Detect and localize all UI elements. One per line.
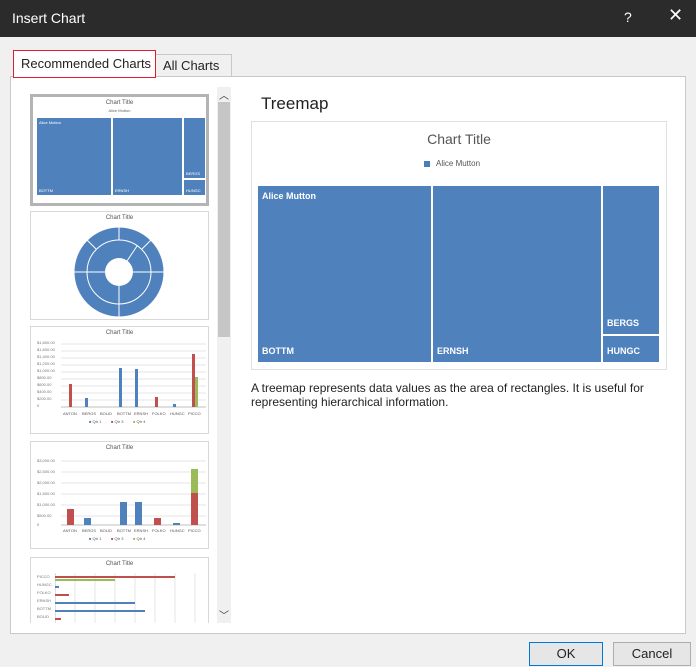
category-label: BOTTM <box>117 411 131 416</box>
legend-item: ■ Qtr 4 <box>133 419 146 424</box>
tile-label: BOTTM <box>262 346 294 356</box>
category-label: ANTON <box>63 528 77 533</box>
tab-all-charts[interactable]: All Charts <box>155 54 232 77</box>
axis-label: $500.00 <box>37 513 52 518</box>
axis-label: $800.00 <box>37 375 52 380</box>
thumb-tile-label: BERGS <box>186 171 201 176</box>
chart-type-heading: Treemap <box>261 94 329 113</box>
axis-label: $400.00 <box>37 389 52 394</box>
treemap-tile: ERNSH <box>432 185 602 363</box>
thumbnail-clustered-bar[interactable]: Chart Title PICCO HUNGC FOLKO ERNSH BOTT… <box>30 557 209 623</box>
category-label: FOLKO <box>152 528 166 533</box>
tile-label: ERNSH <box>437 346 469 356</box>
chart-preview: Chart Title Alice Mutton Alice Mutton BO… <box>251 121 667 370</box>
axis-label: $200.00 <box>37 396 52 401</box>
thumbnail-scrollbar[interactable]: ︿ ﹀ <box>217 87 231 623</box>
thumbnail-title: Chart Title <box>105 330 134 336</box>
thumb-tile: BERGS <box>183 117 206 179</box>
preview-legend: Alice Mutton <box>424 159 480 168</box>
chevron-down-icon[interactable]: ﹀ <box>217 607 231 622</box>
axis-label: $2,000.00 <box>37 480 55 485</box>
legend-item: ■ Qtr 3 <box>111 419 124 424</box>
category-label: ERNSH <box>134 528 149 533</box>
thumbnail-sunburst[interactable]: Chart Title <box>30 211 209 320</box>
legend-label: Alice Mutton <box>436 159 481 168</box>
axis-label: HUNGC <box>37 582 52 587</box>
category-label: ERNSH <box>134 411 149 416</box>
tile-label: BERGS <box>607 318 640 328</box>
category-label: BOLID <box>100 528 113 533</box>
thumbnail-stacked-column[interactable]: Chart Title $3,000.00 $2,500.00 $2,000.0… <box>30 441 209 549</box>
axis-label: $2,500.00 <box>37 469 55 474</box>
category-label: BERGS <box>82 411 97 416</box>
axis-label: $1,600.00 <box>37 347 55 352</box>
legend-item: ■ Qtr 1 <box>89 536 102 541</box>
axis-label: $1,800.00 <box>37 340 55 345</box>
axis-label: $1,200.00 <box>37 361 55 366</box>
category-label: BERGS <box>82 528 97 533</box>
axis-label: $1,000.00 <box>37 368 55 373</box>
help-icon[interactable]: ? <box>624 9 632 25</box>
thumb-tile: Alice Mutton BOTTM <box>36 117 112 196</box>
thumb-tile: ERNSH <box>112 117 183 196</box>
cancel-button[interactable]: Cancel <box>613 642 691 666</box>
axis-label: $600.00 <box>37 382 52 387</box>
bar-graphic <box>55 573 196 623</box>
category-label: BOTTM <box>117 528 131 533</box>
axis-label: $1,500.00 <box>37 491 55 496</box>
window-title: Insert Chart <box>12 10 86 26</box>
thumb-tile-label: HUNGC <box>186 188 201 193</box>
tile-label: HUNGC <box>607 346 640 356</box>
thumb-tile-label: Alice Mutton <box>39 120 62 125</box>
thumb-tile-label: BOTTM <box>39 188 53 193</box>
close-icon[interactable]: ✕ <box>668 6 683 24</box>
legend-item: ■ Qtr 4 <box>133 536 146 541</box>
axis-label: $1,000.00 <box>37 502 55 507</box>
ok-button[interactable]: OK <box>529 642 603 666</box>
treemap-tile: Alice Mutton BOTTM <box>257 185 432 363</box>
stacked-column-graphic <box>61 460 206 526</box>
thumbnail-title: Chart Title <box>105 215 134 221</box>
category-label: PICCO <box>188 411 201 416</box>
legend-swatch <box>424 160 430 167</box>
category-label: PICCO <box>188 528 201 533</box>
scrollbar-thumb[interactable] <box>218 102 230 337</box>
category-label: HUNGC <box>170 528 185 533</box>
legend-item: ■ Qtr 3 <box>111 536 124 541</box>
chart-description: A treemap represents data values as the … <box>251 381 644 409</box>
axis-label: BOTTM <box>37 606 51 611</box>
category-label: FOLKO <box>152 411 166 416</box>
axis-label: 0 <box>37 522 40 527</box>
axis-label: ERNSH <box>37 598 52 603</box>
axis-label: BOLID <box>37 614 50 619</box>
title-bar: Insert Chart ? ✕ <box>0 0 696 37</box>
sunburst-graphic <box>73 226 165 318</box>
thumbnail-title: Chart Title <box>105 100 134 106</box>
thumbnail-clustered-column[interactable]: Chart Title $1,800.00 $1,600.00 $1,400.0… <box>30 326 209 434</box>
axis-label: PICCO <box>37 574 50 579</box>
chart-thumbnail-list[interactable]: Chart Title Alice Mutton Alice Mutton BO… <box>28 87 211 623</box>
column-graphic <box>61 343 206 408</box>
thumbnail-legend: Alice Mutton <box>108 108 131 113</box>
axis-label: $1,400.00 <box>37 354 55 359</box>
axis-label: FOLKO <box>37 590 51 595</box>
axis-label: 0 <box>37 403 40 408</box>
thumbnail-title: Chart Title <box>105 445 134 451</box>
thumbnail-title: Chart Title <box>105 561 134 567</box>
category-label: ANTON <box>63 411 77 416</box>
tab-recommended-charts[interactable]: Recommended Charts <box>13 50 156 78</box>
thumb-tile-label: ERNSH <box>115 188 130 193</box>
preview-chart-title: Chart Title <box>427 131 491 147</box>
thumbnail-treemap[interactable]: Chart Title Alice Mutton Alice Mutton BO… <box>30 94 209 206</box>
treemap-tile: BERGS <box>602 185 660 335</box>
tile-label: Alice Mutton <box>262 191 316 201</box>
treemap-tile: HUNGC <box>602 335 660 363</box>
chevron-up-icon[interactable]: ︿ <box>217 87 231 102</box>
thumb-tile: HUNGC <box>183 179 206 196</box>
legend-item: ■ Qtr 1 <box>89 419 102 424</box>
axis-label: $3,000.00 <box>37 458 55 463</box>
category-label: BOLID <box>100 411 113 416</box>
category-label: HUNGC <box>170 411 185 416</box>
content-panel: Chart Title Alice Mutton Alice Mutton BO… <box>10 76 686 634</box>
